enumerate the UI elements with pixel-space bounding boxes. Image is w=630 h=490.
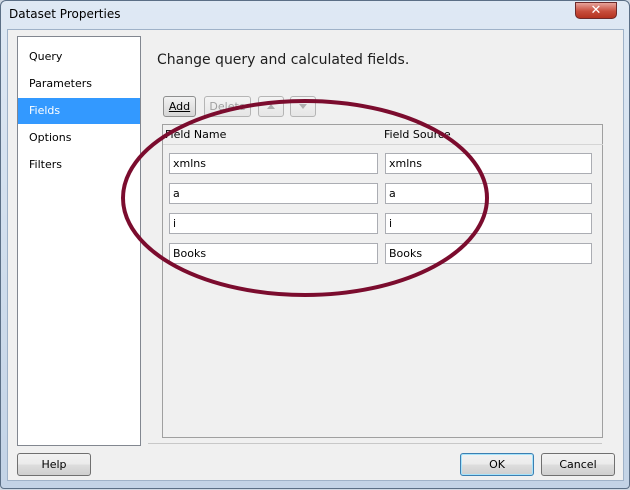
annotation-ellipse [121, 99, 489, 297]
dataset-properties-window: Dataset Properties ✕ Query Parameters Fi… [0, 0, 630, 489]
